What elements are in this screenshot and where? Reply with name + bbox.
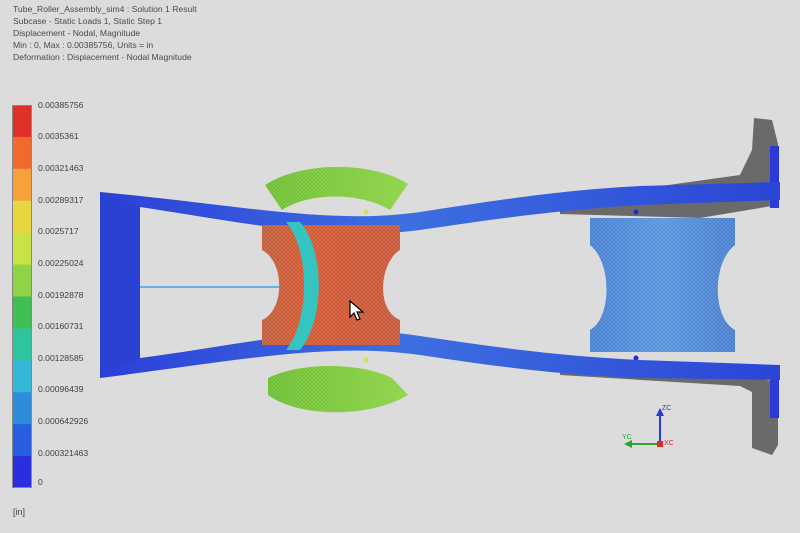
triad-y-label: YC <box>622 434 632 441</box>
tube-end-left <box>100 192 140 378</box>
roller-arc-bottom[interactable] <box>268 366 408 413</box>
coordinate-triad <box>624 408 664 448</box>
roller-arc-top[interactable] <box>265 166 408 210</box>
triad-z-label: ZC <box>662 405 672 412</box>
roller-left[interactable] <box>262 222 400 350</box>
fea-model[interactable] <box>0 0 800 533</box>
triad-x-label: XC <box>664 440 674 447</box>
graphics-viewport[interactable]: Tube_Roller_Assembly_sim4 : Solution 1 R… <box>0 0 800 533</box>
mouse-cursor-icon <box>349 300 365 321</box>
roller-right[interactable] <box>590 218 735 352</box>
